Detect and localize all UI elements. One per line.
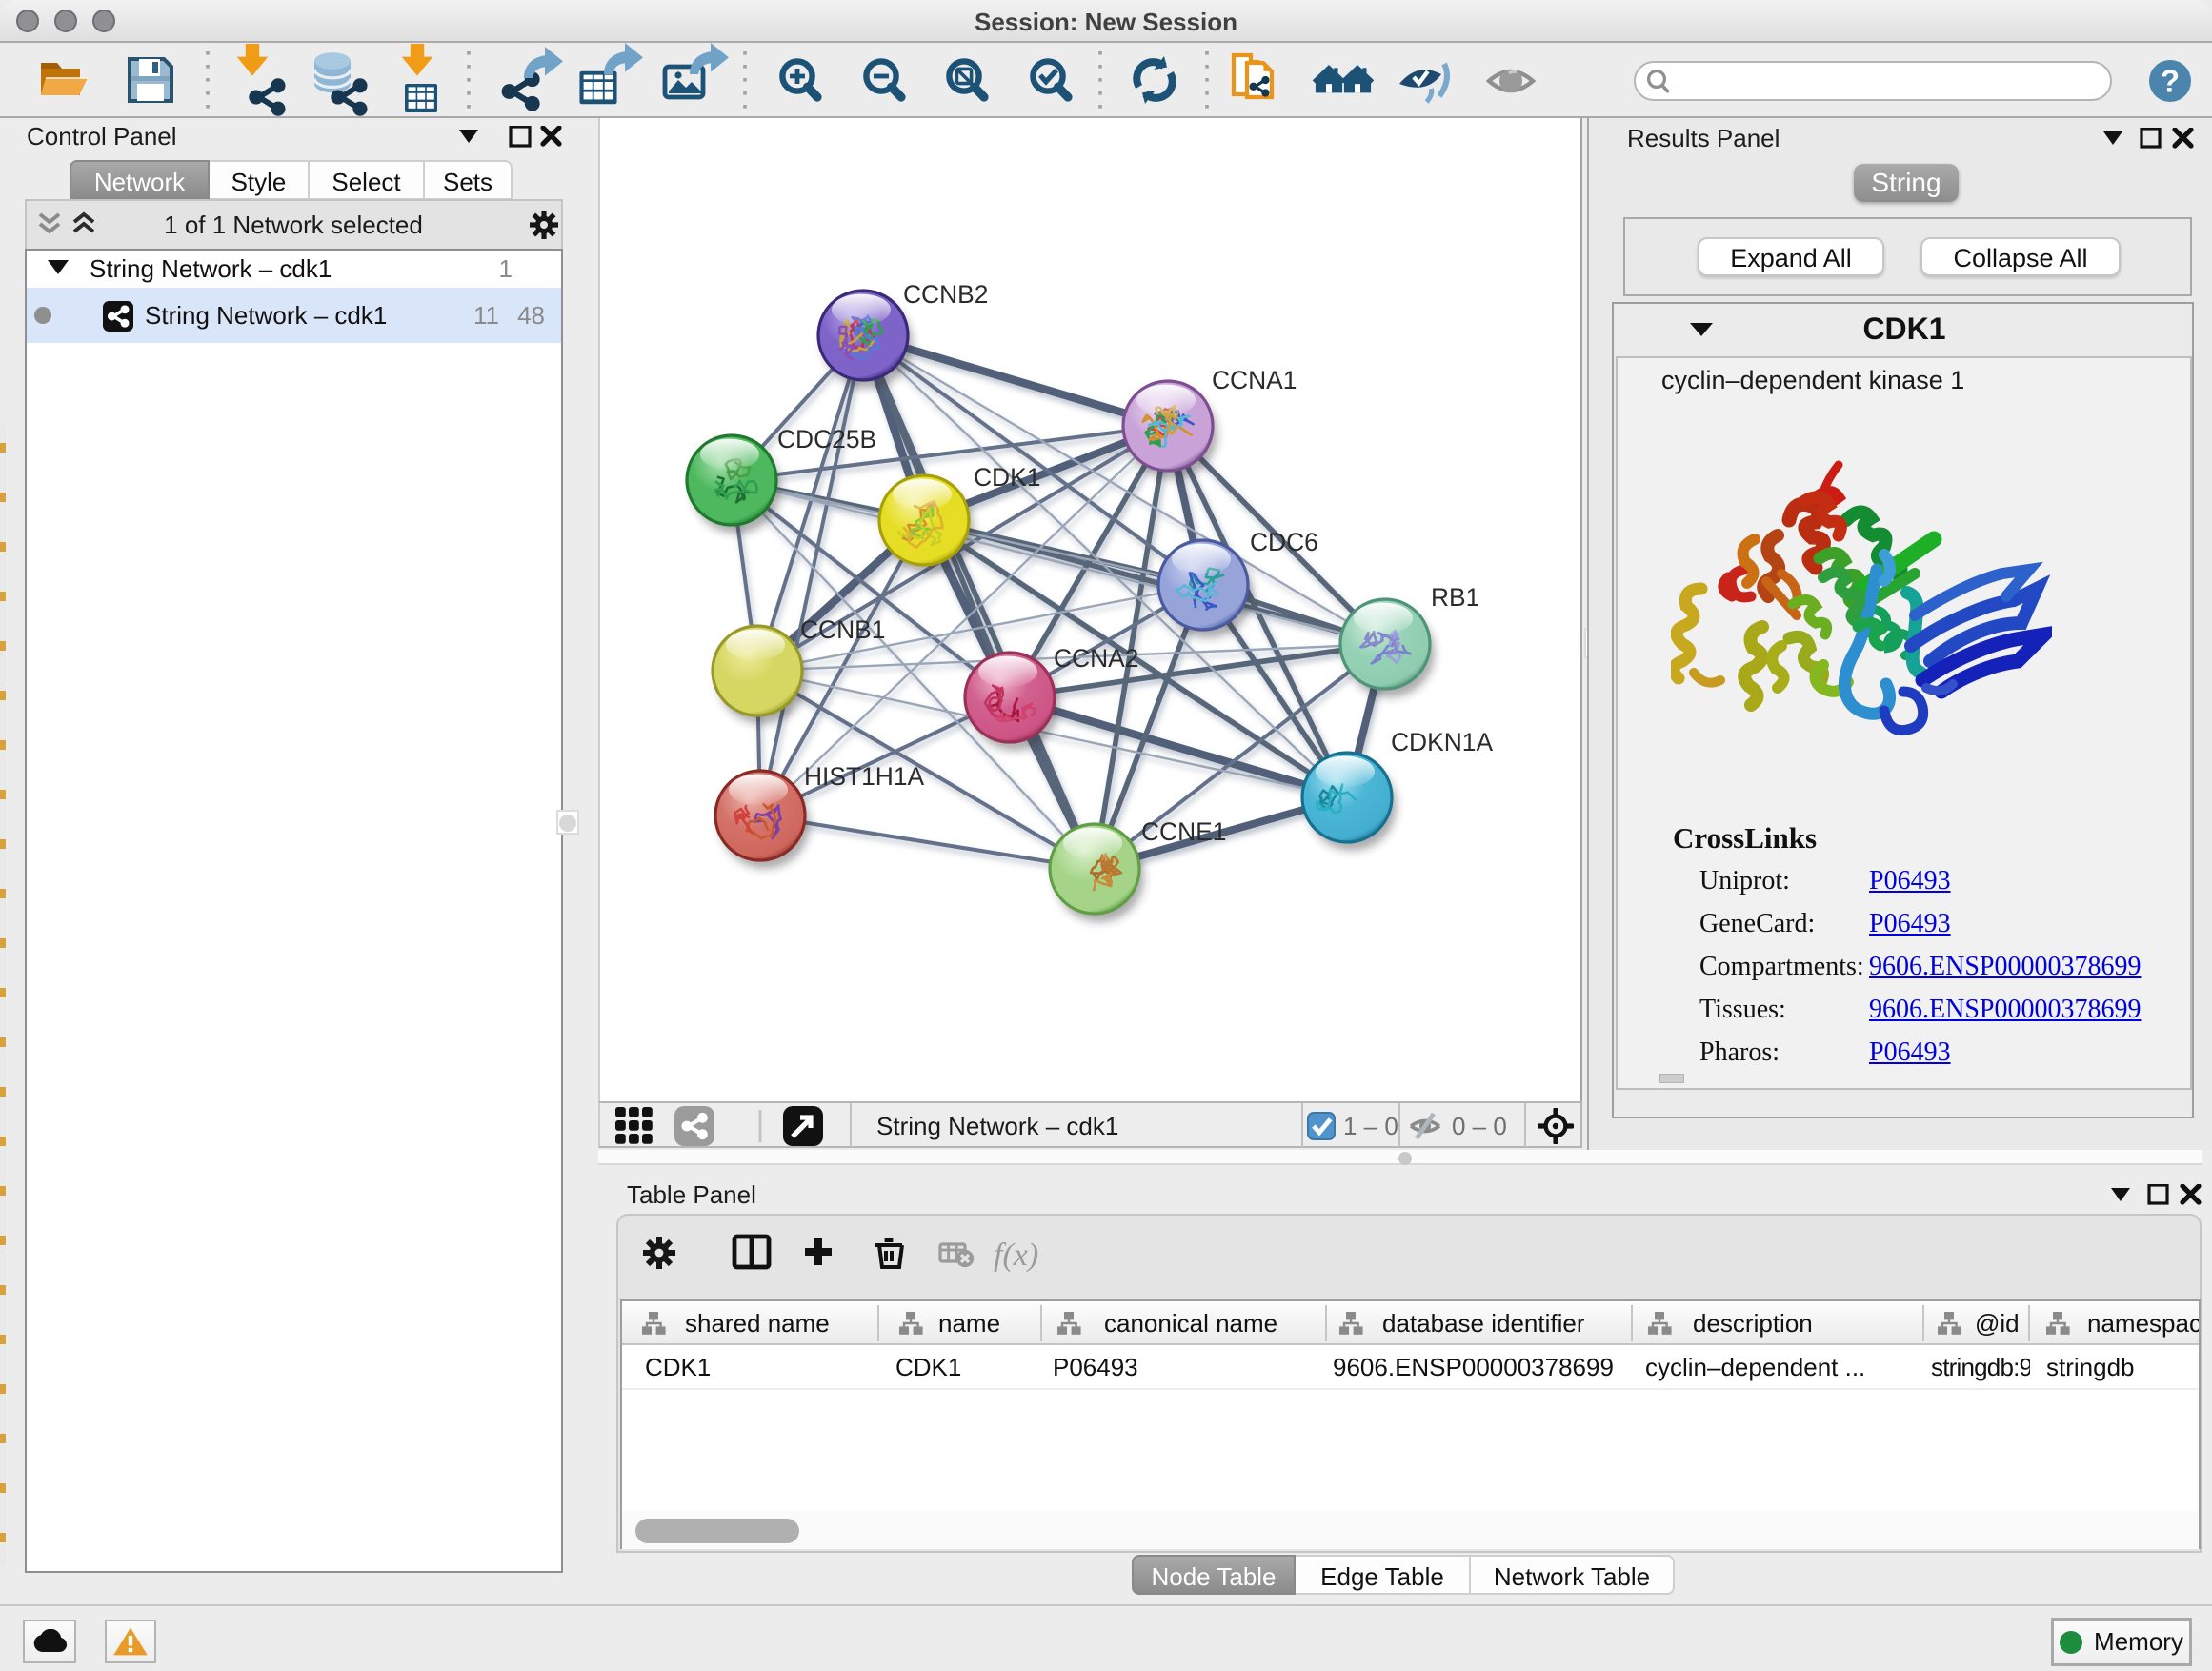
svg-text:CDC6: CDC6 bbox=[1250, 528, 1318, 556]
svg-text:CCNE1: CCNE1 bbox=[1141, 817, 1226, 846]
svg-text:?: ? bbox=[2161, 64, 2180, 99]
svg-text:CCNB2: CCNB2 bbox=[903, 280, 988, 309]
svg-text:CCNB1: CCNB1 bbox=[800, 615, 885, 644]
svg-text:CDKN1A: CDKN1A bbox=[1391, 728, 1493, 756]
svg-text:CCNA1: CCNA1 bbox=[1212, 366, 1297, 394]
svg-text:CDK1: CDK1 bbox=[974, 463, 1040, 492]
svg-text:f(x): f(x) bbox=[994, 1238, 1038, 1273]
svg-text:HIST1H1A: HIST1H1A bbox=[804, 762, 925, 791]
svg-text:RB1: RB1 bbox=[1431, 583, 1479, 612]
svg-text:CDC25B: CDC25B bbox=[777, 425, 876, 453]
svg-text:CCNA2: CCNA2 bbox=[1054, 644, 1138, 673]
